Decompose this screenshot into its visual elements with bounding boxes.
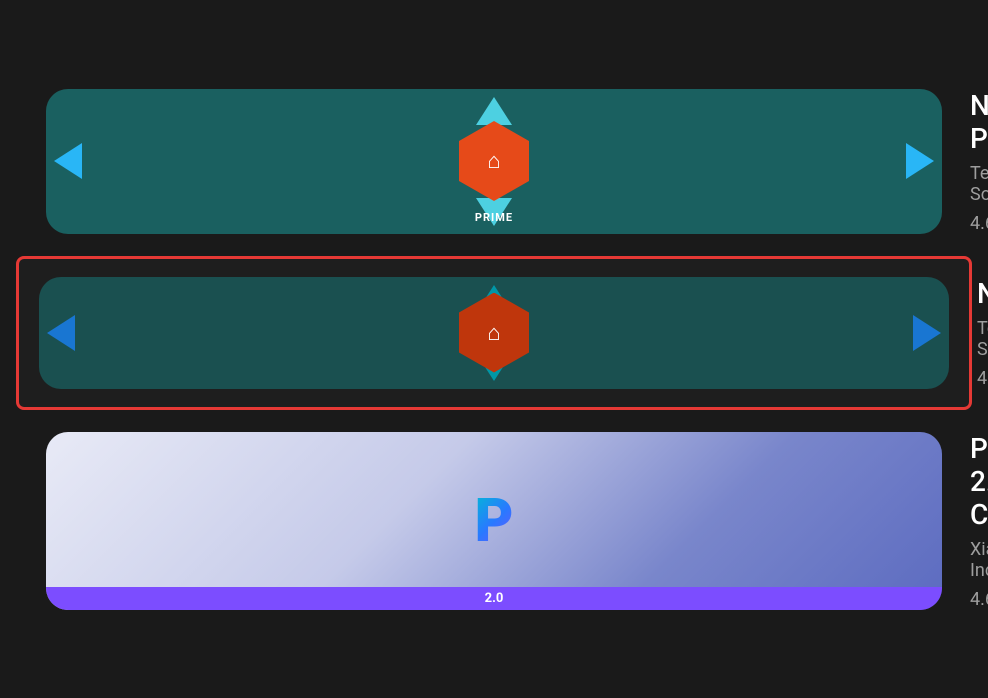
rating-stat: 4.6 ★ (970, 589, 988, 610)
developer-poco: Xiaomi Inc. (970, 539, 988, 581)
house-icon: ⌂ (487, 320, 500, 346)
developer-nova: TeslaCoil Software (977, 318, 988, 360)
arrow-right-icon (913, 315, 941, 351)
app-list: ⌂ PRIME Nova Launcher Prime TeslaCoil So… (0, 71, 988, 628)
app-info-nova: Nova Launcher TeslaCoil Software • Perso… (977, 277, 988, 389)
app-stats-nova-prime: 4.6 ★ ⬇ 5M+ ✓ Purchased (970, 213, 988, 234)
app-meta-nova: TeslaCoil Software • Personalization (977, 318, 988, 360)
app-item-poco[interactable]: P 2.0 POCO Launcher 2.0 - Customize, ...… (16, 414, 972, 628)
rating-value: 4.6 (970, 213, 988, 234)
p-letter-icon: P (474, 491, 513, 551)
arrow-left-icon (47, 315, 75, 351)
app-name-nova: Nova Launcher (977, 277, 988, 310)
rating-value: 4.6 (970, 589, 988, 610)
app-icon-nova: ⌂ (39, 277, 949, 389)
app-name-nova-prime: Nova Launcher Prime (970, 89, 988, 155)
app-item-nova-prime[interactable]: ⌂ PRIME Nova Launcher Prime TeslaCoil So… (16, 71, 972, 252)
app-stats-poco: 4.6 ★ ⬇ 50M+ (970, 589, 988, 610)
hexagon-shape: ⌂ (459, 293, 529, 373)
house-icon: ⌂ (487, 148, 500, 174)
rating-value: 4.4 (977, 368, 988, 389)
arrow-left-icon (54, 143, 82, 179)
app-info-poco: POCO Launcher 2.0 - Customize, ... Xiaom… (970, 432, 988, 610)
app-item-nova[interactable]: ⌂ Nova Launcher TeslaCoil Software • Per… (16, 256, 972, 410)
app-icon-poco: P 2.0 (46, 432, 942, 610)
app-icon-nova-prime: ⌂ PRIME (46, 89, 942, 234)
prime-label: PRIME (475, 211, 513, 224)
app-stats-nova: 4.4 ★ ⬇ 50M+ (977, 368, 988, 389)
version-label: 2.0 (46, 587, 942, 610)
rating-stat: 4.4 ★ (977, 368, 988, 389)
app-info-nova-prime: Nova Launcher Prime TeslaCoil Software •… (970, 89, 988, 234)
developer-nova-prime: TeslaCoil Software (970, 163, 988, 205)
arrow-right-icon (906, 143, 934, 179)
arrow-up-icon (476, 97, 512, 125)
rating-stat: 4.6 ★ (970, 213, 988, 234)
app-name-poco: POCO Launcher 2.0 - Customize, ... (970, 432, 988, 531)
app-meta-nova-prime: TeslaCoil Software • Personalization (970, 163, 988, 205)
app-meta-poco: Xiaomi Inc. • Personalization (970, 539, 988, 581)
hexagon-shape: ⌂ (459, 121, 529, 201)
